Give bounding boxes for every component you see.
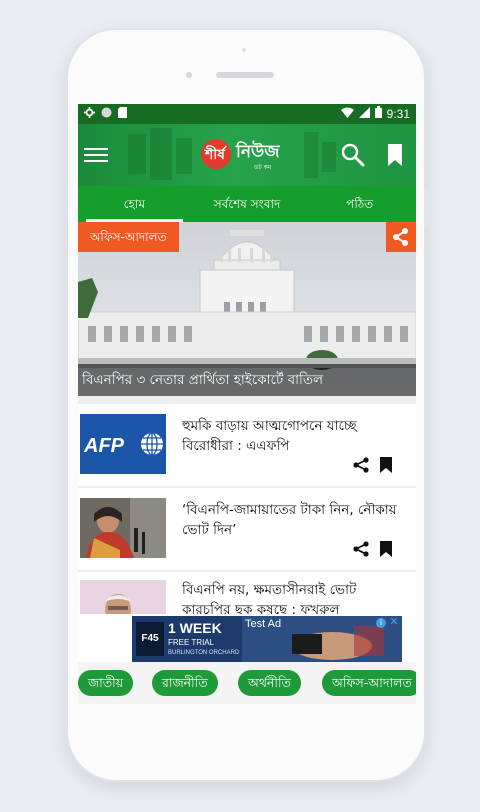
ad-brand-logo: F45 xyxy=(136,622,164,656)
category-chip-economy[interactable]: অর্থনীতি xyxy=(238,670,301,696)
featured-category-badge[interactable]: অফিস-আদালত xyxy=(78,222,179,252)
share-icon[interactable] xyxy=(386,222,416,252)
divider xyxy=(78,396,416,404)
ad-test-label: Test Ad xyxy=(245,618,282,630)
ad-headline: 1 WEEK xyxy=(168,620,222,636)
news-item[interactable]: AFP হুমকি বাড়ায় আত্মগোপনে যাচ্ছে বিরোধ… xyxy=(78,404,416,486)
news-item[interactable]: ‘বিএনপি-জামায়াতের টাকা নিন, নৌকায় ভোট … xyxy=(78,488,416,570)
status-bar: 9:31 xyxy=(78,104,416,124)
news-title[interactable]: ‘বিএনপি-জামায়াতের টাকা নিন, নৌকায় ভোট … xyxy=(182,500,408,540)
earpiece-speaker xyxy=(216,72,274,78)
tab-home[interactable]: হোম xyxy=(78,186,191,222)
ad-banner[interactable]: F45 1 WEEK FREE TRIAL BURLINGTON ORCHARD… xyxy=(132,616,402,662)
category-chip-court[interactable]: অফিস-আদালত xyxy=(322,670,416,696)
ad-info-icon[interactable]: i xyxy=(376,618,386,628)
front-camera xyxy=(186,72,192,78)
category-chip-bar: জাতীয় রাজনীতি অর্থনীতি অফিস-আদালত xyxy=(78,662,416,704)
status-time: 9:31 xyxy=(386,106,410,121)
bookmark-icon[interactable] xyxy=(384,142,406,168)
svg-text:AFP: AFP xyxy=(83,435,125,457)
news-thumbnail xyxy=(80,580,166,614)
featured-headline[interactable]: বিএনপির ৩ নেতার প্রার্থিতা হাইকোর্টে বাত… xyxy=(78,364,416,396)
ad-close-icon[interactable]: ✕ xyxy=(388,616,400,628)
featured-story[interactable]: অফিস-আদালত বিএনপির ৩ নেতার প্রার্থিতা হা… xyxy=(78,222,416,396)
ad-subheadline: FREE TRIAL xyxy=(168,638,215,647)
wifi-icon xyxy=(340,107,354,121)
svg-text:নিউজ: নিউজ xyxy=(235,140,280,162)
bookmark-icon[interactable] xyxy=(378,456,394,474)
battery-icon xyxy=(374,106,382,121)
share-icon[interactable] xyxy=(352,456,370,474)
share-icon[interactable] xyxy=(352,540,370,558)
news-thumbnail: AFP xyxy=(80,414,166,474)
search-icon[interactable] xyxy=(340,142,366,168)
app-toolbar: শীর্ষ নিউজ ডট কম xyxy=(78,124,416,186)
tab-most-read[interactable]: পঠিত xyxy=(303,186,416,222)
category-chip-national[interactable]: জাতীয় xyxy=(78,670,134,696)
category-chip-politics[interactable]: রাজনীতি xyxy=(152,670,218,696)
logo-subtitle: ডট কম xyxy=(254,164,272,171)
signal-icon xyxy=(358,106,370,121)
app-logo: শীর্ষ নিউজ xyxy=(196,132,296,178)
news-thumbnail xyxy=(80,498,166,558)
news-title[interactable]: বিএনপি নয়, ক্ষমতাসীনরাই ভোট কারচুপির ছক… xyxy=(182,580,408,614)
settings-gear-icon xyxy=(84,107,95,121)
tab-bar: হোম সর্বশেষ সংবাদ পঠিত xyxy=(78,186,416,222)
proximity-sensor xyxy=(242,48,246,52)
volume-button xyxy=(424,190,429,230)
svg-text:শীর্ষ: শীর্ষ xyxy=(204,145,227,163)
menu-hamburger-icon[interactable] xyxy=(84,144,108,166)
banner-background-graphic-right xyxy=(304,132,336,178)
bookmark-icon[interactable] xyxy=(378,540,394,558)
tab-latest-news[interactable]: সর্বশেষ সংবাদ xyxy=(191,186,304,222)
banner-background-graphic xyxy=(128,128,192,180)
sync-circle-icon xyxy=(101,107,112,121)
ad-location: BURLINGTON ORCHARD xyxy=(168,650,240,656)
app-screen: 9:31 শীর্ষ নিউজ ডট কম হোম সর্বশেষ সংবাদ … xyxy=(78,104,416,704)
news-item[interactable]: বিএনপি নয়, ক্ষমতাসীনরাই ভোট কারচুপির ছক… xyxy=(78,572,416,614)
sd-card-icon xyxy=(118,107,127,121)
news-title[interactable]: হুমকি বাড়ায় আত্মগোপনে যাচ্ছে বিরোধীরা … xyxy=(182,416,408,456)
